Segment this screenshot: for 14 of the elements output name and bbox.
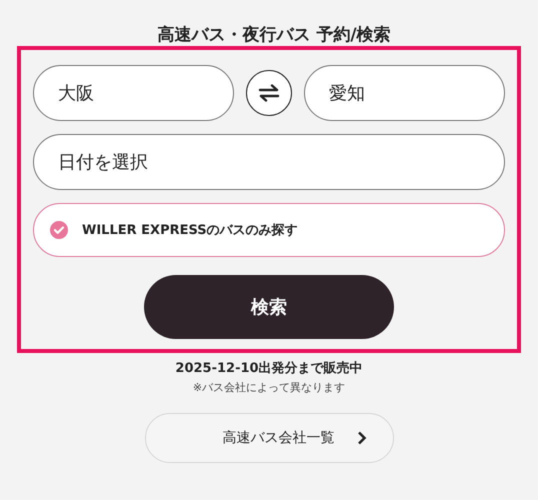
destination-field[interactable]: 愛知 bbox=[304, 65, 505, 121]
departure-field[interactable]: 大阪 bbox=[33, 65, 234, 121]
sale-note: ※バス会社によって異なります bbox=[192, 380, 346, 395]
date-field[interactable]: 日付を選択 bbox=[33, 134, 505, 190]
checkbox[interactable] bbox=[50, 221, 68, 239]
checkbox-label: WILLER EXPRESSのバスのみ探す bbox=[82, 222, 298, 239]
page-title: 高速バス・夜行バス 予約/検索 bbox=[157, 24, 391, 46]
search-button[interactable]: 検索 bbox=[144, 275, 394, 339]
sale-notice: 2025-12-10出発分まで販売中 bbox=[175, 360, 363, 377]
swap-button[interactable] bbox=[246, 70, 292, 116]
swap-icon bbox=[258, 84, 280, 102]
checkbox-row[interactable]: WILLER EXPRESSのバスのみ探す bbox=[33, 203, 505, 257]
company-list-button[interactable]: 高速バス会社一覧 bbox=[144, 413, 394, 463]
chevron-right-icon bbox=[356, 431, 366, 445]
